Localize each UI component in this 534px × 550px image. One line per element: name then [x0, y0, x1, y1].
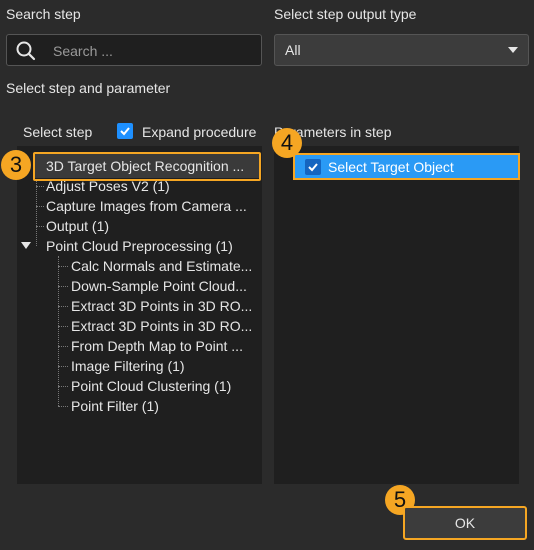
tree-connector	[36, 186, 44, 187]
search-input[interactable]	[51, 35, 255, 67]
chevron-down-icon	[508, 47, 518, 53]
tree-item-down-sample[interactable]: Down-Sample Point Cloud...	[71, 278, 247, 294]
output-type-dropdown[interactable]: All	[274, 34, 529, 66]
tree-item-image-filtering[interactable]: Image Filtering (1)	[71, 358, 185, 374]
step-tree-panel	[17, 146, 262, 484]
tree-connector	[58, 366, 68, 367]
expand-procedure-label: Expand procedure	[142, 124, 257, 140]
parameters-panel	[274, 146, 519, 484]
tree-item-point-filter[interactable]: Point Filter (1)	[71, 398, 159, 414]
tree-item-point-cloud-clustering[interactable]: Point Cloud Clustering (1)	[71, 378, 231, 394]
section-label: Select step and parameter	[6, 80, 171, 96]
parameter-row-select-target-object[interactable]: Select Target Object	[293, 153, 520, 180]
tree-connector	[58, 266, 68, 267]
search-step-label: Search step	[6, 6, 81, 22]
step-badge: 3	[1, 150, 31, 180]
tree-item-3d-target-object-recognition[interactable]: 3D Target Object Recognition ...	[46, 158, 244, 174]
tree-item-point-cloud-preprocessing[interactable]: Point Cloud Preprocessing (1)	[46, 238, 233, 254]
step-badge: 4	[272, 128, 302, 158]
select-step-label: Select step	[23, 124, 93, 140]
tree-connector	[58, 326, 68, 327]
search-icon	[16, 41, 36, 61]
tree-item-depth-map-to-point[interactable]: From Depth Map to Point ...	[71, 338, 243, 354]
parameter-label: Select Target Object	[328, 159, 454, 175]
check-icon	[308, 163, 318, 172]
output-type-value: All	[285, 42, 301, 58]
tree-item-capture-images[interactable]: Capture Images from Camera ...	[46, 198, 247, 214]
expand-arrow-icon[interactable]	[21, 242, 31, 249]
output-type-label: Select step output type	[274, 6, 417, 22]
tree-item-extract-3d-points-1[interactable]: Extract 3D Points in 3D RO...	[71, 298, 252, 314]
tree-item-calc-normals[interactable]: Calc Normals and Estimate...	[71, 258, 252, 274]
tree-connector	[58, 256, 59, 406]
select-target-object-checkbox[interactable]	[305, 159, 321, 175]
tree-item-adjust-poses[interactable]: Adjust Poses V2 (1)	[46, 178, 170, 194]
tree-connector	[58, 306, 68, 307]
tree-connector	[58, 406, 68, 407]
tree-connector	[58, 386, 68, 387]
tree-item-output[interactable]: Output (1)	[46, 218, 109, 234]
search-field[interactable]	[6, 34, 262, 67]
expand-procedure-checkbox[interactable]	[117, 123, 133, 139]
tree-connector	[58, 346, 68, 347]
tree-connector	[36, 226, 44, 227]
tree-connector	[58, 286, 68, 287]
tree-item-extract-3d-points-2[interactable]: Extract 3D Points in 3D RO...	[71, 318, 252, 334]
check-icon	[120, 127, 130, 136]
tree-connector	[36, 206, 44, 207]
ok-button[interactable]: OK	[403, 506, 527, 540]
